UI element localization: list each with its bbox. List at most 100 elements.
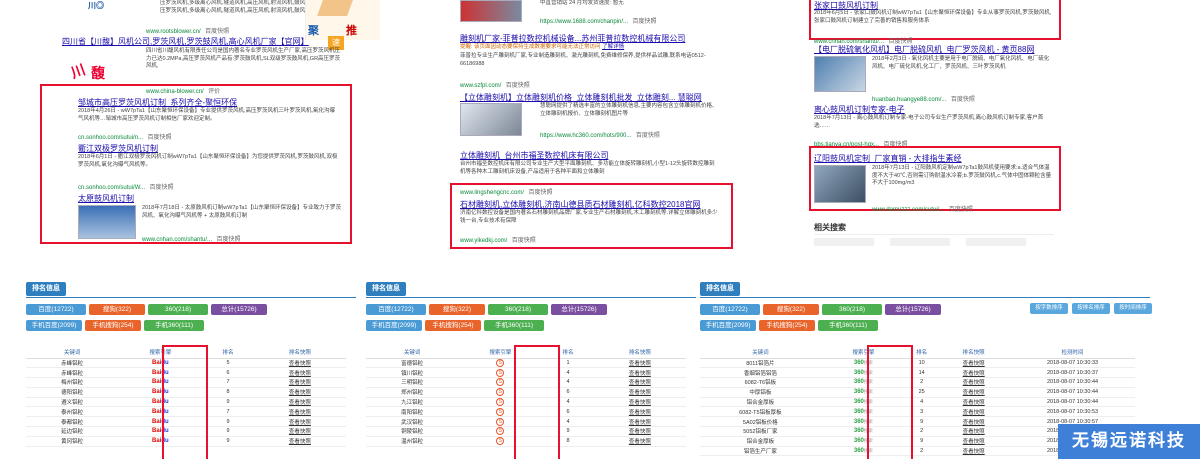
engine-count-button[interactable]: 搜狗(322) [89,304,145,315]
engine-count-button[interactable]: 360(218) [822,304,882,315]
snapshot-link[interactable]: 查看快照 [593,377,686,388]
result-url[interactable]: huanbao.huangye88.com/... [872,97,946,103]
column-header: 排名快照 [937,347,1011,359]
sort-button[interactable]: 按字数排序 [1030,303,1068,314]
result-title[interactable]: 【电厂脱硫氧化风机】电厂脱硫风机_电厂罗茨风机 - 黄页88网 [814,44,1034,55]
engine-count-button[interactable]: 手机搜狗(254) [425,320,481,331]
cache-link[interactable]: 百度快照 [205,29,229,35]
engine-count-button[interactable]: 手机百度(2099) [26,320,82,331]
column-header: 关键词 [26,347,119,359]
engine-count-button[interactable]: 手机360(111) [484,320,544,331]
engine-count-button[interactable]: 总计(15726) [885,304,941,315]
snapshot-link[interactable]: 查看快照 [253,416,346,428]
snapshot-link[interactable]: 查看快照 [937,377,1011,388]
result-title[interactable]: 太原鼓风机订制 [78,193,134,204]
sort-button[interactable]: 按排名排序 [1072,303,1110,314]
snapshot-link[interactable]: 查看快照 [593,426,686,437]
result-snippet: 2018年7月13日 - 离心鼓风机订制专家-电子公司专业生产罗茨风机,离心鼓风… [814,115,1044,129]
check-time-cell: 2018-08-07 10:30:33 [1010,358,1135,369]
snapshot-link[interactable]: 查看快照 [253,406,346,418]
keyword-cell: 6082-T6铝板 [700,377,821,388]
snapshot-link[interactable]: 查看快照 [253,426,346,437]
snapshot-link[interactable]: 查看快照 [937,416,1011,428]
result-title[interactable]: 辽阳鼓风机定制_厂家直销 - 大排指生素经 [814,153,962,164]
snapshot-link[interactable]: 查看快照 [593,406,686,418]
snapshot-link[interactable]: 查看快照 [593,358,686,369]
sort-button[interactable]: 按时间排序 [1114,303,1152,314]
snapshot-link[interactable]: 查看快照 [593,367,686,379]
snapshot-link[interactable]: 查看快照 [937,387,1011,398]
keyword-cell: 铝合金厚板 [700,397,821,408]
engine-count-button[interactable]: 总计(15726) [211,304,267,315]
result-snippet: 2018年2月3日 - 氧化风机主要是用于电厂脱硫、电厂氧化风机、电厂硫化风机、… [872,56,1050,70]
result-thumbnail: 川 馥 [62,48,112,86]
keyword-cell: 5A02铝板价格 [700,416,821,428]
engine-count-button[interactable]: 360(218) [148,304,208,315]
result-url[interactable]: cn.sonhoo.com/sutui/W... [78,185,145,191]
cache-link[interactable]: 百度快照 [636,133,660,139]
keyword-cell: 南阳铝粒 [366,406,459,418]
sogou-icon: S [496,388,505,397]
column-header: 检测时间 [1010,347,1135,359]
cache-link[interactable]: 百度快照 [949,207,973,213]
cache-link[interactable]: 百度快照 [149,185,173,191]
engine-count-button[interactable]: 手机搜狗(254) [85,320,141,331]
result-url[interactable]: https://www.1688.com/chanpin/... [540,19,628,25]
snapshot-link[interactable]: 查看快照 [937,406,1011,418]
snapshot-link[interactable]: 查看快照 [937,446,1011,457]
engine-count-button[interactable]: 百度(12722) [366,304,426,315]
snapshot-link[interactable]: 查看快照 [593,397,686,408]
learn-more-link[interactable]: 了解详情 [602,44,624,50]
snapshot-link[interactable]: 查看快照 [253,397,346,408]
snapshot-link[interactable]: 查看快照 [937,426,1011,437]
result-title[interactable]: 立体雕刻机_台州市福圣数控机床有限公司 [460,150,608,161]
snapshot-link[interactable]: 查看快照 [253,358,346,369]
result-title[interactable]: 邹城市高压罗茨风机订制_系列齐全-聚恒环保 [78,97,237,108]
snapshot-link[interactable]: 查看快照 [937,436,1011,447]
snapshot-link[interactable]: 查看快照 [253,387,346,398]
cache-link[interactable]: 百度快照 [951,97,975,103]
result-url[interactable]: www.yikedkj.com/ [460,238,507,244]
result-url[interactable]: www.rootsblower.cn/ [146,29,201,35]
snapshot-link[interactable]: 查看快照 [937,358,1011,369]
highlight-box [867,345,913,459]
result-title[interactable]: 雕刻机厂家-菲普拉数控机械设备...苏州菲普拉数控机械有限公司 [460,33,685,44]
sogou-icon: S [496,358,505,367]
engine-count-button[interactable]: 手机搜狗(254) [759,320,815,331]
result-title[interactable]: 四川省【川馥】风机公司,罗茨风机,罗茨鼓风机,高心风机厂家【官网】 [62,36,309,47]
engine-count-button[interactable]: 搜狗(322) [429,304,485,315]
engine-count-button[interactable]: 搜狗(322) [763,304,819,315]
snapshot-link[interactable]: 查看快照 [593,387,686,398]
result-title[interactable]: 石材雕刻机,立体雕刻机,济南山德县质石材雕刻机,亿科数控2018官网 [460,199,700,210]
result-url[interactable]: www.damuzzz.com/sutui/... [872,207,944,213]
cache-link[interactable]: 百度快照 [512,238,536,244]
snapshot-link[interactable]: 查看快照 [937,397,1011,408]
engine-count-button[interactable]: 手机百度(2099) [366,320,422,331]
snapshot-link[interactable]: 查看快照 [253,377,346,388]
result-title[interactable]: 离心鼓风机订制专家-电子 [814,104,905,115]
cache-link[interactable]: 百度快照 [633,19,657,25]
engine-count-button[interactable]: 手机360(111) [144,320,204,331]
ad-banner[interactable]: 聚 推 速 [305,0,380,50]
snapshot-link[interactable]: 查看快照 [593,436,686,447]
engine-count-button[interactable]: 手机360(111) [818,320,878,331]
engine-count-button[interactable]: 手机百度(2099) [700,320,756,331]
cache-link[interactable]: 百度快照 [506,83,530,89]
engine-count-button[interactable]: 百度(12722) [700,304,760,315]
result-url[interactable]: https://www.hc360.com/hots/900... [540,133,631,139]
snapshot-link[interactable]: 查看快照 [593,416,686,428]
snapshot-link[interactable]: 查看快照 [253,367,346,379]
result-url[interactable]: www.cnhan.com/shantu/... [142,237,212,243]
engine-count-button[interactable]: 360(218) [488,304,548,315]
result-url[interactable]: www.szfpl.com/ [460,83,501,89]
sogou-icon: S [496,427,505,436]
snapshot-link[interactable]: 查看快照 [937,367,1011,379]
result-title[interactable]: 【立体雕刻机】立体雕刻机价格_立体雕刻机批发_立体雕刻... 慧聪网 [460,92,702,103]
engine-count-button[interactable]: 百度(12722) [26,304,86,315]
snapshot-link[interactable]: 查看快照 [253,436,346,447]
cache-link[interactable]: 百度快照 [148,135,172,141]
engine-count-button[interactable]: 总计(15726) [551,304,607,315]
result-title[interactable]: 衢江双极罗茨风机订制 [78,143,158,154]
result-url[interactable]: cn.sonhoo.com/sutui/n... [78,135,143,141]
cache-link[interactable]: 百度快照 [217,237,241,243]
